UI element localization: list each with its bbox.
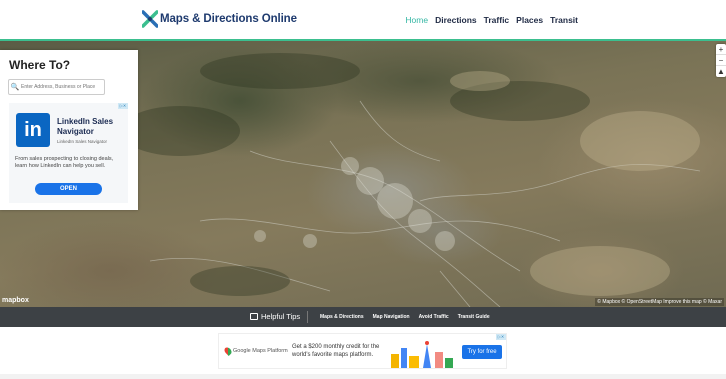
tips-icon	[250, 313, 258, 320]
ad-choices-icon[interactable]: ▷✕	[118, 103, 128, 109]
tip-link-avoid-traffic[interactable]: Avoid Traffic	[419, 314, 449, 320]
helpful-tips-label: Helpful Tips	[250, 312, 300, 321]
nav-places[interactable]: Places	[516, 15, 543, 25]
page-bottom-strip	[0, 374, 726, 379]
logo-x-icon	[142, 10, 158, 28]
tips-links: Maps & Directions Map Navigation Avoid T…	[320, 314, 490, 320]
tip-link-map-navigation[interactable]: Map Navigation	[373, 314, 410, 320]
search-icon: 🔍	[10, 84, 20, 91]
map-pin-icon	[223, 346, 233, 356]
mapbox-logo[interactable]: mapbox	[2, 297, 29, 304]
page: Maps & Directions Online Home Directions…	[0, 0, 726, 379]
nav-traffic[interactable]: Traffic	[484, 15, 510, 25]
helpful-tips-text: Helpful Tips	[261, 312, 301, 321]
zoom-in-button[interactable]: +	[716, 44, 726, 55]
main-nav: Home Directions Traffic Places Transit	[405, 15, 578, 25]
gmp-ad-text: Get a $200 monthly credit for the world'…	[292, 344, 380, 358]
zoom-out-button[interactable]: −	[716, 55, 726, 66]
logo-text: Maps & Directions Online	[160, 13, 297, 25]
nav-home[interactable]: Home	[405, 15, 428, 25]
helpful-tips-bar: Helpful Tips Maps & Directions Map Navig…	[0, 307, 726, 327]
compass-button[interactable]: ▲	[716, 66, 726, 77]
nav-transit[interactable]: Transit	[550, 15, 578, 25]
tip-link-maps-directions[interactable]: Maps & Directions	[320, 314, 364, 320]
linkedin-ad[interactable]: ▷✕ in LinkedIn Sales Navigator LinkedIn …	[9, 103, 128, 203]
ad-open-button[interactable]: OPEN	[35, 183, 102, 195]
ad-description: From sales prospecting to closing deals,…	[15, 156, 114, 169]
tip-link-transit-guide[interactable]: Transit Guide	[458, 314, 490, 320]
nav-directions[interactable]: Directions	[435, 15, 477, 25]
map-attribution[interactable]: © Mapbox © OpenStreetMap Improve this ma…	[595, 298, 724, 306]
google-maps-platform-ad[interactable]: ▷✕ Google Maps Platform Get a $200 month…	[218, 333, 507, 369]
search-input[interactable]	[21, 84, 101, 90]
where-to-panel: Where To? 🔍 ▷✕ in LinkedIn Sales Navigat…	[0, 50, 138, 210]
try-for-free-button[interactable]: Try for free	[462, 345, 502, 359]
where-to-title: Where To?	[9, 58, 71, 72]
zoom-control: + − ▲	[716, 44, 726, 77]
ad-choices-icon[interactable]: ▷✕	[496, 334, 506, 340]
ad-title[interactable]: LinkedIn Sales Navigator	[57, 117, 127, 137]
divider	[307, 311, 308, 323]
gmp-brand: Google Maps Platform	[233, 348, 288, 354]
cityscape-illustration	[391, 341, 453, 368]
site-header: Maps & Directions Online Home Directions…	[0, 0, 726, 41]
ad-subtitle: LinkedIn Sales Navigator	[57, 139, 108, 144]
google-maps-platform-logo: Google Maps Platform	[223, 346, 288, 356]
search-box[interactable]: 🔍	[8, 79, 105, 95]
site-logo[interactable]: Maps & Directions Online	[142, 10, 297, 28]
linkedin-logo-icon: in	[16, 113, 50, 147]
